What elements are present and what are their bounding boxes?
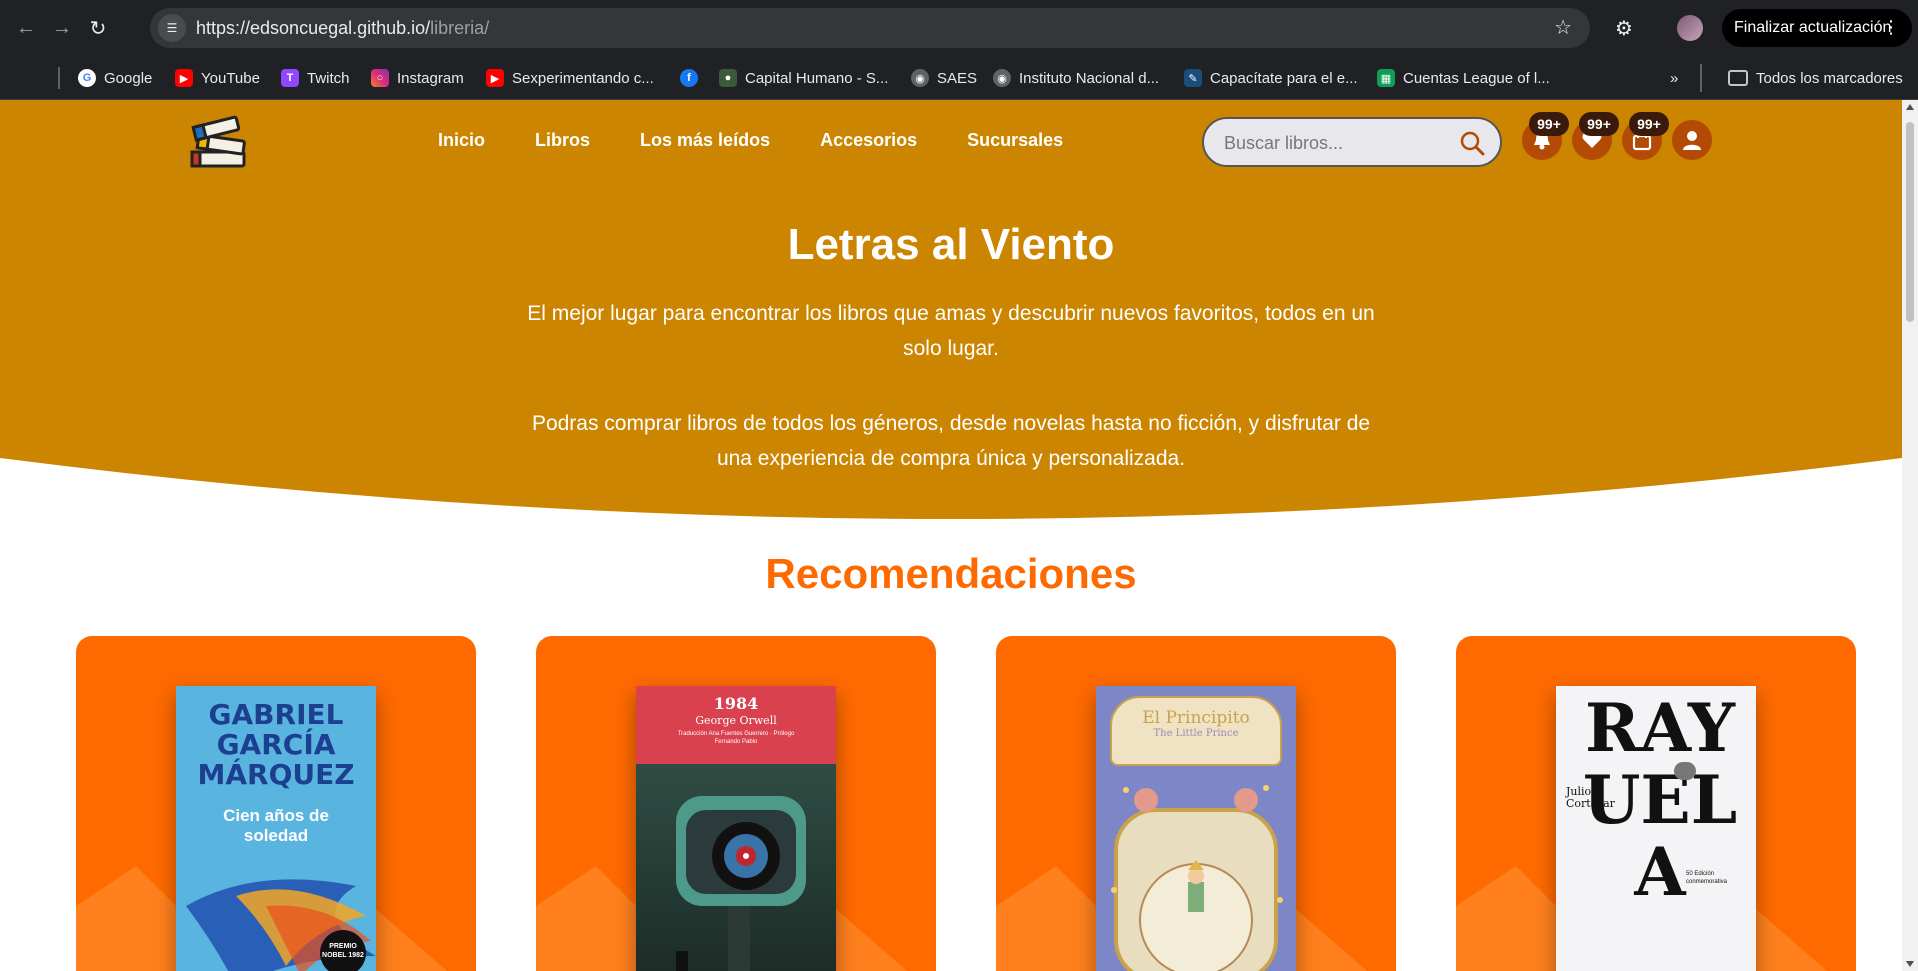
globe-icon: ◉	[911, 69, 929, 87]
site-icon: ✎	[1184, 69, 1202, 87]
cover-author: Julio Cortázar	[1566, 785, 1615, 810]
bookmark-capital-humano[interactable]: ● Capital Humano - S...	[719, 64, 888, 92]
favorites-badge: 99+	[1579, 112, 1619, 136]
book-cover[interactable]: RAYUELA Julio Cortázar 50 Edición conmem…	[1556, 686, 1756, 971]
main-nav: Inicio Libros Los más leídos Accesorios …	[438, 130, 1063, 151]
book-card[interactable]: GABRIEL GARCÍA MÁRQUEZ Cien años de sole…	[76, 636, 476, 971]
bookmark-label: SAES	[937, 69, 978, 87]
bookmark-label: Capital Humano - S...	[745, 69, 889, 87]
bookmark-star-icon[interactable]: ☆	[1554, 15, 1572, 40]
reload-icon[interactable]: ↻	[84, 14, 112, 42]
cover-credits: Traducción Ana Fuentes Guerrero · Prólog…	[677, 731, 795, 745]
bookmark-capacitate[interactable]: ✎ Capacítate para el e...	[1184, 64, 1358, 92]
site-header: Inicio Libros Los más leídos Accesorios …	[0, 100, 1902, 180]
site-info-icon[interactable]: ☰	[158, 14, 186, 42]
forward-icon[interactable]: →	[48, 14, 76, 42]
site-icon: ●	[719, 69, 737, 87]
google-icon: G	[78, 69, 96, 87]
search-input[interactable]	[1224, 131, 1454, 155]
user-icon	[1683, 131, 1701, 150]
little-prince-illustration	[1111, 785, 1283, 971]
all-bookmarks-folder[interactable]: Todos los marcadores	[1700, 64, 1903, 92]
profile-avatar[interactable]	[1677, 15, 1703, 41]
browser-toolbar: ← → ↻ ☰ https://edsoncuegal.github.io/li…	[0, 0, 1918, 56]
website: Inicio Libros Los más leídos Accesorios …	[0, 100, 1902, 971]
bookmark-instagram[interactable]: ○ Instagram	[371, 64, 464, 92]
all-bookmarks-label: Todos los marcadores	[1756, 69, 1903, 87]
cover-author: George Orwell	[695, 714, 777, 727]
nobel-badge: PREMIO NOBEL 1982	[320, 930, 366, 971]
nav-libros[interactable]: Libros	[535, 130, 590, 151]
twitch-icon: T	[281, 69, 299, 87]
bookmark-label: Google	[104, 69, 153, 87]
cover-title: Cien años de soledad	[223, 806, 329, 845]
bookmarks-separator	[58, 67, 60, 89]
sheets-icon: ▦	[1377, 69, 1395, 87]
cover-title: El Principito	[1142, 708, 1250, 728]
scroll-down-icon[interactable]	[1906, 961, 1914, 967]
book-card[interactable]: El Principito The Little Prince	[996, 636, 1396, 971]
book-card[interactable]: RAYUELA Julio Cortázar 50 Edición conmem…	[1456, 636, 1856, 971]
bookmark-cuentas-league[interactable]: ▦ Cuentas League of l...	[1377, 64, 1550, 92]
bookmark-label: Twitch	[307, 69, 350, 87]
cover-title: 1984	[713, 694, 759, 713]
scrollbar-thumb[interactable]	[1906, 122, 1914, 322]
youtube-icon: ▶	[486, 69, 504, 87]
books-logo-icon[interactable]	[188, 114, 250, 170]
update-button[interactable]: Finalizar actualización ⋮	[1722, 9, 1912, 47]
bookmark-youtube[interactable]: ▶ YouTube	[175, 64, 260, 92]
bookmark-facebook[interactable]: f	[680, 64, 706, 92]
hero-paragraph-2: Podras comprar libros de todos los géner…	[531, 412, 1371, 470]
nav-mas-leidos[interactable]: Los más leídos	[640, 130, 770, 151]
bookmark-label: Cuentas League of l...	[1403, 69, 1550, 87]
notifications-badge: 99+	[1529, 112, 1569, 136]
address-bar[interactable]: ☰ https://edsoncuegal.github.io/libreria…	[150, 8, 1590, 48]
url-path: libreria/	[430, 18, 490, 38]
bookmark-google[interactable]: G Google	[78, 64, 152, 92]
nav-accesorios[interactable]: Accesorios	[820, 130, 917, 151]
book-cover[interactable]: 1984 George Orwell Traducción Ana Fuente…	[636, 686, 836, 971]
update-button-label: Finalizar actualización	[1734, 19, 1892, 36]
book-cover[interactable]: GABRIEL GARCÍA MÁRQUEZ Cien años de sole…	[176, 686, 376, 971]
hero-title: Letras al Viento	[787, 220, 1115, 269]
book-card[interactable]: 1984 George Orwell Traducción Ana Fuente…	[536, 636, 936, 971]
bookmark-label: Instituto Nacional d...	[1019, 69, 1160, 87]
search-box	[1202, 117, 1502, 167]
more-bookmarks-icon[interactable]: »	[1670, 64, 1678, 92]
bookmark-sexperimentando[interactable]: ▶ Sexperimentando c...	[486, 64, 654, 92]
hero-paragraph-1: El mejor lugar para encontrar los libros…	[527, 302, 1375, 360]
nav-sucursales[interactable]: Sucursales	[967, 130, 1063, 151]
instagram-icon: ○	[371, 69, 389, 87]
nav-inicio[interactable]: Inicio	[438, 130, 485, 151]
back-icon[interactable]: ←	[12, 14, 40, 42]
folder-icon	[1728, 70, 1748, 86]
menu-dots-icon[interactable]: ⋮	[1882, 17, 1900, 38]
youtube-icon: ▶	[175, 69, 193, 87]
cart-badge: 99+	[1629, 112, 1669, 136]
bookmark-label: Instagram	[397, 69, 464, 87]
cover-note: 50 Edición conmemorativa	[1686, 871, 1728, 885]
camera-eye-illustration	[676, 796, 806, 971]
page-scrollbar[interactable]	[1902, 100, 1918, 971]
account-button[interactable]	[1672, 120, 1712, 160]
book-cover[interactable]: El Principito The Little Prince	[1096, 686, 1296, 971]
bookmark-twitch[interactable]: T Twitch	[281, 64, 350, 92]
scroll-up-icon[interactable]	[1906, 104, 1914, 110]
recommendations-title: Recomendaciones	[765, 550, 1137, 597]
cover-subtitle: The Little Prince	[1153, 728, 1239, 739]
extensions-icon[interactable]: ⚙	[1610, 14, 1638, 42]
bookmark-instituto[interactable]: ◉ Instituto Nacional d...	[993, 64, 1159, 92]
facebook-icon: f	[680, 69, 698, 87]
url-host: https://edsoncuegal.github.io/	[196, 18, 431, 38]
bookmark-saes[interactable]: ◉ SAES	[911, 64, 977, 92]
stone-illustration	[1674, 762, 1696, 780]
globe-icon: ◉	[993, 69, 1011, 87]
url-text[interactable]: https://edsoncuegal.github.io/libreria/	[196, 18, 489, 39]
bookmark-label: Sexperimentando c...	[512, 69, 654, 87]
cover-author: GABRIEL GARCÍA MÁRQUEZ	[197, 698, 355, 791]
bookmark-label: YouTube	[201, 69, 260, 87]
bookmark-label: Capacítate para el e...	[1210, 69, 1358, 87]
search-icon[interactable]	[1458, 129, 1486, 157]
